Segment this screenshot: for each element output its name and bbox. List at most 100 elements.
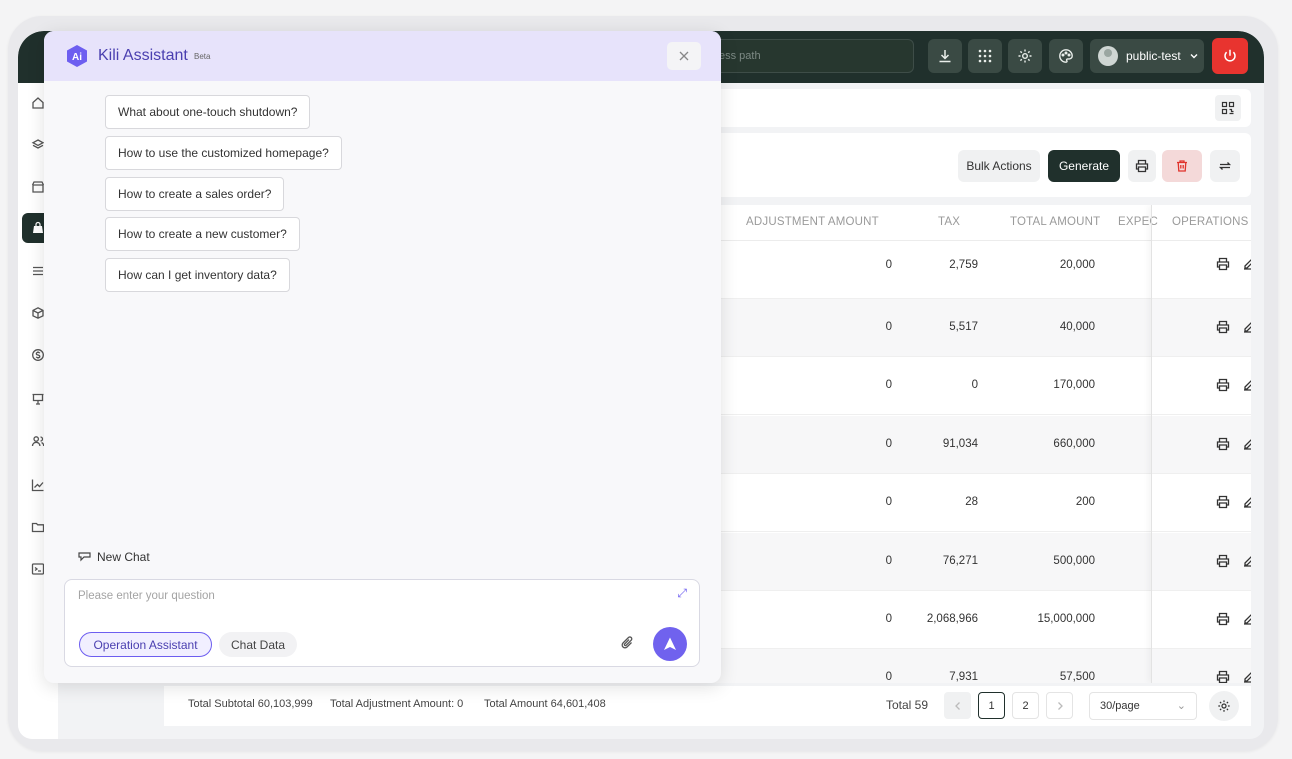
settings-button[interactable] (1008, 39, 1042, 73)
cell-adjustment: 0 (885, 613, 892, 625)
chevron-right-icon (1057, 701, 1063, 710)
cell-tax: 2,068,966 (926, 613, 978, 625)
new-chat-label: New Chat (97, 550, 150, 564)
suggestion-sales-order[interactable]: How to create a sales order? (105, 177, 285, 211)
beta-badge: Beta (194, 52, 211, 61)
total-subtotal: Total Subtotal 60,103,999 (188, 698, 313, 710)
suggestion-inventory[interactable]: How can I get inventory data? (105, 258, 290, 292)
total-adjustment: Total Adjustment Amount: 0 (330, 698, 464, 710)
printer-icon (1135, 159, 1149, 173)
qr-code-icon (1221, 101, 1235, 115)
question-input[interactable]: Please enter your question ⤢ Operation A… (64, 579, 700, 667)
page-size-value: 30/page (1100, 700, 1140, 712)
store-icon (31, 181, 45, 193)
swap-icon (1218, 162, 1232, 170)
cell-tax: 7,931 (949, 671, 978, 683)
ai-logo-icon: Ai (67, 45, 87, 67)
paperclip-icon[interactable] (621, 635, 635, 651)
table-settings-button[interactable] (1209, 691, 1239, 721)
prev-page-button[interactable] (944, 692, 971, 719)
total-count: Total 59 (886, 698, 929, 712)
cell-tax: 28 (965, 496, 978, 508)
next-page-button[interactable] (1046, 692, 1073, 719)
bag-icon (33, 221, 43, 233)
cell-total-amount: 40,000 (1059, 321, 1095, 333)
cell-total-amount: 500,000 (1053, 555, 1095, 567)
operation-assistant-chip[interactable]: Operation Assistant (79, 632, 212, 657)
cell-adjustment: 0 (885, 259, 892, 271)
cell-total-amount: 200 (1075, 496, 1095, 508)
send-icon (664, 637, 676, 650)
path-search-input[interactable]: ess path (690, 39, 914, 73)
page-1-button[interactable]: 1 (978, 692, 1005, 719)
palette-icon (1059, 49, 1073, 63)
cell-tax: 91,034 (942, 438, 978, 450)
page-size-select[interactable]: 30/page ⌄ (1089, 692, 1197, 720)
chat-data-chip[interactable]: Chat Data (219, 632, 297, 657)
users-icon (31, 436, 45, 447)
cell-total-amount: 15,000,000 (1037, 613, 1095, 625)
box-icon (32, 307, 44, 319)
cell-total-amount: 57,500 (1059, 671, 1095, 683)
col-tax: TAX (938, 216, 961, 228)
assistant-header: Ai Kili Assistant Beta (44, 31, 721, 81)
user-menu[interactable]: public-test (1090, 39, 1204, 73)
bulk-actions-button[interactable]: Bulk Actions (958, 150, 1040, 182)
cell-adjustment: 0 (885, 321, 892, 333)
cell-total-amount: 660,000 (1053, 438, 1095, 450)
cell-tax: 76,271 (942, 555, 978, 567)
refresh-button[interactable] (1210, 150, 1240, 182)
generate-button[interactable]: Generate (1048, 150, 1120, 182)
username-label: public-test (1126, 49, 1181, 63)
download-button[interactable] (928, 39, 962, 73)
list-icon (33, 266, 43, 276)
cell-adjustment: 0 (885, 379, 892, 391)
col-adjustment-amount: ADJUSTMENT AMOUNT (746, 216, 879, 228)
gear-icon (1018, 49, 1032, 63)
presentation-icon (32, 393, 44, 405)
cell-tax: 0 (971, 379, 978, 391)
gear-icon (1218, 700, 1230, 712)
cell-tax: 2,759 (949, 259, 978, 271)
chevron-left-icon (954, 701, 960, 710)
question-placeholder: Please enter your question (78, 590, 215, 602)
terminal-icon (31, 563, 45, 575)
send-button[interactable] (653, 627, 687, 661)
close-icon (679, 51, 689, 61)
total-amount: Total Amount 64,601,408 (484, 698, 606, 710)
page-2-button[interactable]: 2 (1012, 692, 1039, 719)
home-icon (32, 97, 44, 109)
new-chat-button[interactable]: New Chat (78, 550, 150, 564)
expand-icon[interactable]: ⤢ (677, 586, 687, 601)
suggestion-new-customer[interactable]: How to create a new customer? (105, 217, 300, 251)
theme-button[interactable] (1049, 39, 1083, 73)
print-button[interactable] (1128, 150, 1156, 182)
suggestion-shutdown[interactable]: What about one-touch shutdown? (105, 95, 311, 129)
cell-adjustment: 0 (885, 555, 892, 567)
cell-adjustment: 0 (885, 438, 892, 450)
download-icon (939, 50, 951, 63)
dollar-icon (32, 349, 44, 361)
chevron-down-icon: ⌄ (1176, 700, 1186, 712)
avatar (1098, 46, 1118, 66)
apps-button[interactable] (968, 39, 1002, 73)
layers-icon (31, 139, 45, 149)
operations-column (1151, 205, 1251, 683)
assistant-title: Kili Assistant (98, 47, 188, 64)
col-total-amount: TOTAL AMOUNT (1010, 216, 1101, 228)
cell-adjustment: 0 (885, 496, 892, 508)
power-icon (1224, 49, 1236, 62)
delete-button[interactable] (1162, 150, 1202, 182)
table-footer: Total Subtotal 60,103,999 Total Adjustme… (164, 686, 1251, 726)
chat-broom-icon (78, 552, 91, 562)
chart-line-icon (31, 479, 44, 492)
svg-text:Ai: Ai (72, 52, 82, 63)
cell-total-amount: 20,000 (1059, 259, 1095, 271)
cell-total-amount: 170,000 (1053, 379, 1095, 391)
close-assistant-button[interactable] (667, 42, 701, 70)
grid-icon (978, 49, 992, 63)
suggestion-homepage[interactable]: How to use the customized homepage? (105, 136, 342, 170)
chevron-down-icon (1190, 54, 1198, 59)
logout-button[interactable] (1212, 38, 1248, 74)
qr-code-button[interactable] (1215, 95, 1241, 121)
